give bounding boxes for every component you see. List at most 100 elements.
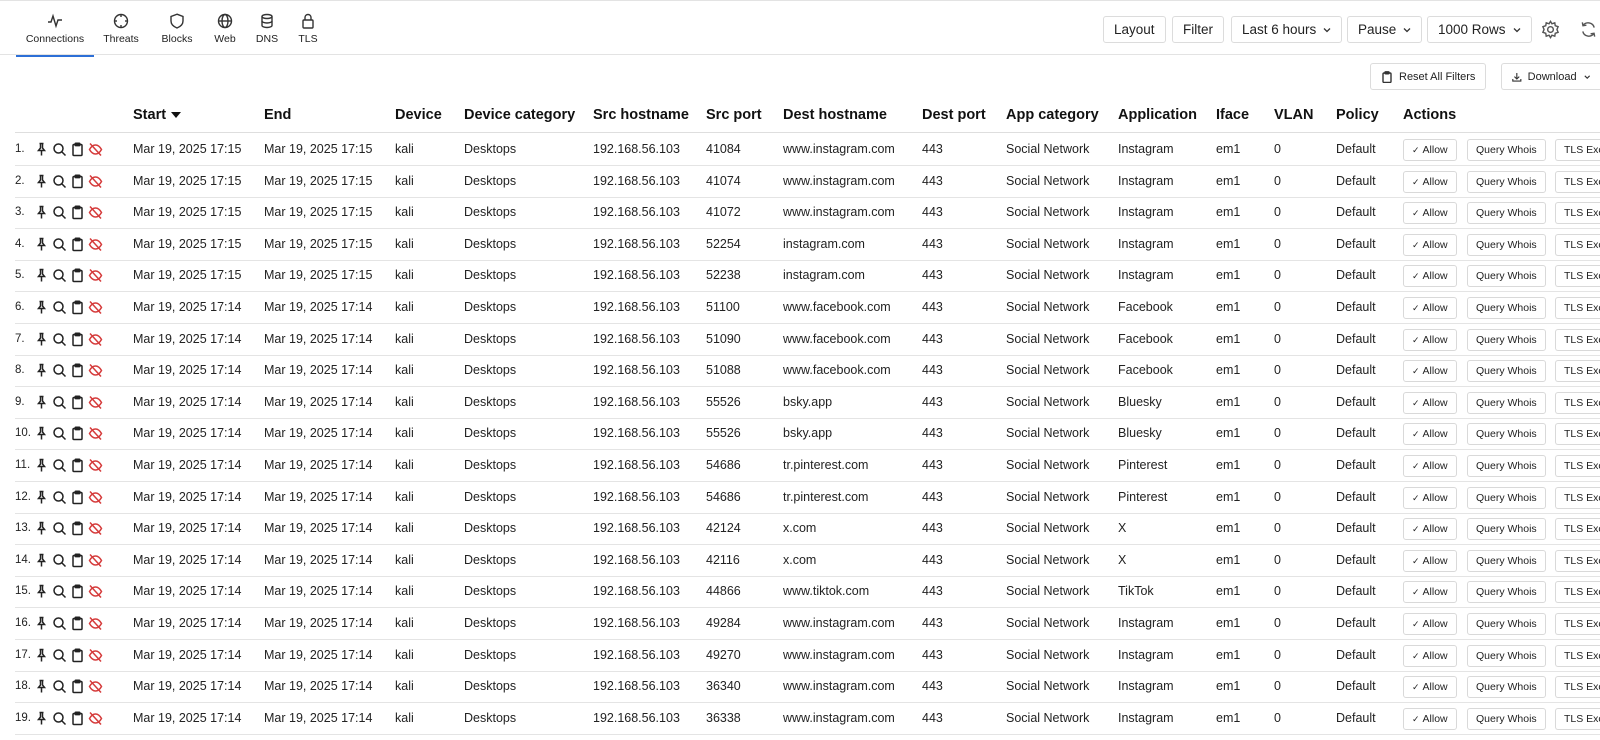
query-whois-button[interactable]: Query Whois — [1467, 297, 1546, 319]
tls-exception-button[interactable]: TLS Exc — [1555, 518, 1600, 541]
pin-icon[interactable] — [34, 584, 49, 599]
table-row[interactable]: 13. Mar 19, 2025 17:14 Mar 19, 2025 17:14 k… — [15, 513, 1600, 546]
eye-off-icon[interactable] — [88, 174, 103, 189]
tls-exception-button[interactable]: TLS Exc — [1555, 644, 1600, 667]
clipboard-icon[interactable] — [70, 553, 85, 568]
pin-icon[interactable] — [34, 490, 49, 505]
table-row[interactable]: 10. Mar 19, 2025 17:14 Mar 19, 2025 17:14 k… — [15, 418, 1600, 451]
clipboard-icon[interactable] — [70, 426, 85, 441]
pin-icon[interactable] — [34, 553, 49, 568]
allow-button[interactable]: ✓ Allow — [1403, 297, 1457, 319]
column-header-end[interactable]: End — [264, 107, 291, 123]
tls-exception-button[interactable]: TLS Exc — [1555, 202, 1600, 225]
eye-off-icon[interactable] — [88, 395, 103, 410]
clipboard-icon[interactable] — [70, 268, 85, 283]
column-header-start[interactable]: Start — [133, 107, 182, 123]
pin-icon[interactable] — [34, 142, 49, 157]
search-icon[interactable] — [52, 584, 67, 599]
tls-exception-button[interactable]: TLS Exc — [1555, 360, 1600, 383]
pin-icon[interactable] — [34, 205, 49, 220]
table-row[interactable]: 16. Mar 19, 2025 17:14 Mar 19, 2025 17:14 k… — [15, 608, 1600, 640]
table-row[interactable]: 3. Mar 19, 2025 17:15 Mar 19, 2025 17:15 ka… — [15, 197, 1600, 230]
tls-exception-button[interactable]: TLS Exc — [1555, 581, 1600, 604]
search-icon[interactable] — [52, 711, 67, 726]
tab-web[interactable]: Web — [206, 1, 244, 56]
query-whois-button[interactable]: Query Whois — [1467, 170, 1546, 193]
table-row[interactable]: 1. Mar 19, 2025 17:15 Mar 19, 2025 17:15 ka… — [15, 134, 1600, 166]
eye-off-icon[interactable] — [88, 426, 103, 441]
pin-icon[interactable] — [34, 363, 49, 378]
refresh-button[interactable] — [1576, 17, 1600, 41]
column-header-application[interactable]: Application — [1118, 107, 1197, 123]
clipboard-icon[interactable] — [70, 237, 85, 252]
query-whois-button[interactable]: Query Whois — [1467, 486, 1546, 509]
allow-button[interactable]: ✓ Allow — [1403, 265, 1457, 288]
clipboard-icon[interactable] — [70, 363, 85, 378]
tab-blocks[interactable]: Blocks — [156, 1, 198, 56]
query-whois-button[interactable]: Query Whois — [1467, 581, 1546, 604]
eye-off-icon[interactable] — [88, 237, 103, 252]
tls-exception-button[interactable]: TLS Exc — [1555, 139, 1600, 161]
tls-exception-button[interactable]: TLS Exc — [1555, 328, 1600, 351]
allow-button[interactable]: ✓ Allow — [1403, 486, 1457, 509]
clipboard-icon[interactable] — [70, 300, 85, 315]
clipboard-icon[interactable] — [70, 584, 85, 599]
allow-button[interactable]: ✓ Allow — [1403, 202, 1457, 225]
allow-button[interactable]: ✓ Allow — [1403, 170, 1457, 193]
eye-off-icon[interactable] — [88, 205, 103, 220]
filter-button[interactable]: Filter — [1172, 16, 1224, 43]
settings-button[interactable] — [1538, 17, 1562, 41]
column-header-dest-port[interactable]: Dest port — [922, 107, 986, 123]
allow-button[interactable]: ✓ Allow — [1403, 455, 1457, 477]
eye-off-icon[interactable] — [88, 553, 103, 568]
time-range-select[interactable]: Last 6 hours — [1231, 16, 1343, 43]
pin-icon[interactable] — [34, 679, 49, 694]
tab-tls[interactable]: TLS — [290, 1, 326, 56]
tab-threats[interactable]: Threats — [100, 1, 142, 56]
table-row[interactable]: 17. Mar 19, 2025 17:14 Mar 19, 2025 17:14 k… — [15, 640, 1600, 672]
clipboard-icon[interactable] — [70, 174, 85, 189]
clipboard-icon[interactable] — [70, 679, 85, 694]
clipboard-icon[interactable] — [70, 458, 85, 473]
pin-icon[interactable] — [34, 332, 49, 347]
search-icon[interactable] — [52, 268, 67, 283]
eye-off-icon[interactable] — [88, 300, 103, 315]
search-icon[interactable] — [52, 205, 67, 220]
clipboard-icon[interactable] — [70, 521, 85, 536]
query-whois-button[interactable]: Query Whois — [1467, 613, 1546, 635]
table-row[interactable]: 14. Mar 19, 2025 17:14 Mar 19, 2025 17:14 k… — [15, 545, 1600, 577]
allow-button[interactable]: ✓ Allow — [1403, 581, 1457, 604]
tab-connections[interactable]: Connections — [16, 1, 94, 57]
column-header-device-category[interactable]: Device category — [464, 107, 575, 123]
allow-button[interactable]: ✓ Allow — [1403, 233, 1457, 256]
query-whois-button[interactable]: Query Whois — [1467, 676, 1546, 699]
clipboard-icon[interactable] — [70, 332, 85, 347]
table-row[interactable]: 6. Mar 19, 2025 17:14 Mar 19, 2025 17:14 ka… — [15, 292, 1600, 324]
clipboard-icon[interactable] — [70, 142, 85, 157]
eye-off-icon[interactable] — [88, 711, 103, 726]
tls-exception-button[interactable]: TLS Exc — [1555, 486, 1600, 509]
query-whois-button[interactable]: Query Whois — [1467, 518, 1546, 541]
allow-button[interactable]: ✓ Allow — [1403, 139, 1457, 161]
search-icon[interactable] — [52, 142, 67, 157]
pin-icon[interactable] — [34, 648, 49, 663]
search-icon[interactable] — [52, 648, 67, 663]
query-whois-button[interactable]: Query Whois — [1467, 360, 1546, 383]
clipboard-icon[interactable] — [70, 490, 85, 505]
allow-button[interactable]: ✓ Allow — [1403, 676, 1457, 699]
pause-select[interactable]: Pause — [1347, 16, 1423, 43]
table-row[interactable]: 2. Mar 19, 2025 17:15 Mar 19, 2025 17:15 ka… — [15, 166, 1600, 198]
tls-exception-button[interactable]: TLS Exc — [1555, 265, 1600, 288]
allow-button[interactable]: ✓ Allow — [1403, 644, 1457, 667]
pin-icon[interactable] — [34, 395, 49, 410]
clipboard-icon[interactable] — [70, 395, 85, 410]
query-whois-button[interactable]: Query Whois — [1467, 455, 1546, 477]
table-row[interactable]: 15. Mar 19, 2025 17:14 Mar 19, 2025 17:14 k… — [15, 576, 1600, 609]
search-icon[interactable] — [52, 363, 67, 378]
query-whois-button[interactable]: Query Whois — [1467, 707, 1546, 730]
eye-off-icon[interactable] — [88, 142, 103, 157]
rows-select[interactable]: 1000 Rows — [1427, 16, 1532, 43]
tls-exception-button[interactable]: TLS Exc — [1555, 549, 1600, 572]
allow-button[interactable]: ✓ Allow — [1403, 360, 1457, 383]
tls-exception-button[interactable]: TLS Exc — [1555, 170, 1600, 193]
